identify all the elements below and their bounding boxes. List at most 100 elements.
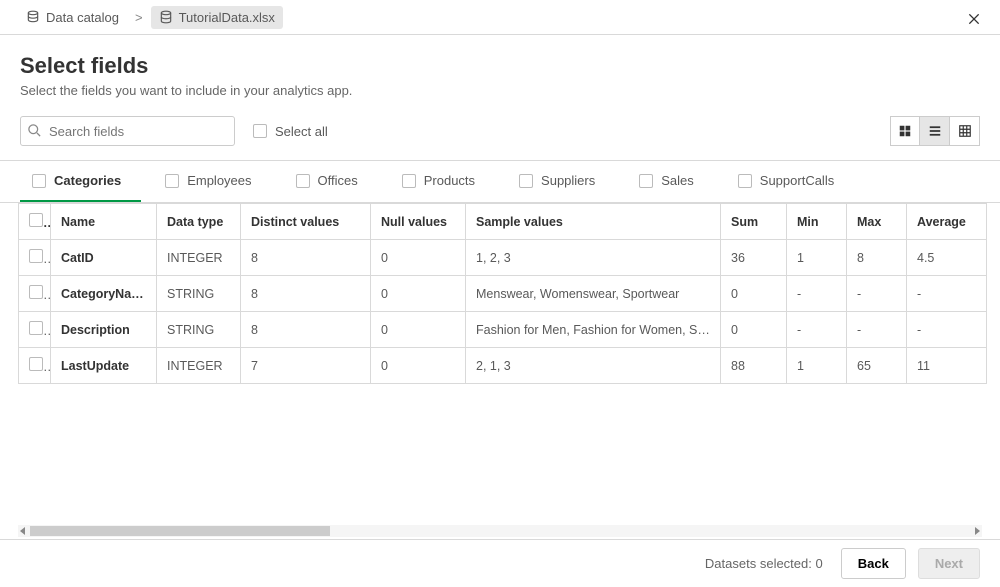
tab-products[interactable]: Products — [390, 161, 495, 202]
page-subtitle: Select the fields you want to include in… — [20, 83, 980, 98]
datasets-status-count: 0 — [816, 556, 823, 571]
tab-checkbox[interactable] — [165, 174, 179, 188]
tab-employees[interactable]: Employees — [153, 161, 271, 202]
tab-sales[interactable]: Sales — [627, 161, 714, 202]
breadcrumb: Data catalog > TutorialData.xlsx — [0, 0, 1000, 35]
view-list-button[interactable] — [920, 116, 950, 146]
tab-label: Employees — [187, 173, 251, 188]
breadcrumb-current[interactable]: TutorialData.xlsx — [151, 6, 283, 29]
tab-label: Categories — [54, 173, 121, 188]
cell-name: CatID — [51, 240, 157, 276]
breadcrumb-current-label: TutorialData.xlsx — [179, 10, 275, 25]
col-nulls[interactable]: Null values — [371, 204, 466, 240]
next-button[interactable]: Next — [918, 548, 980, 579]
cell-sample: Menswear, Womenswear, Sportwear — [466, 276, 721, 312]
fields-table: Name Data type Distinct values Null valu… — [18, 203, 987, 384]
cell-min: 1 — [787, 348, 847, 384]
tab-suppliers[interactable]: Suppliers — [507, 161, 615, 202]
tab-label: SupportCalls — [760, 173, 834, 188]
cell-sum: 0 — [721, 312, 787, 348]
datasets-status: Datasets selected: 0 — [705, 556, 823, 571]
horizontal-scrollbar[interactable] — [18, 525, 982, 537]
col-sum[interactable]: Sum — [721, 204, 787, 240]
cell-sample: 1, 2, 3 — [466, 240, 721, 276]
cell-nulls: 0 — [371, 348, 466, 384]
col-min[interactable]: Min — [787, 204, 847, 240]
col-name[interactable]: Name — [51, 204, 157, 240]
breadcrumb-root-label: Data catalog — [46, 10, 119, 25]
view-grid-button[interactable] — [890, 116, 920, 146]
row-checkbox[interactable] — [29, 285, 43, 299]
close-button[interactable] — [962, 7, 986, 31]
tab-checkbox[interactable] — [296, 174, 310, 188]
cell-sample: Fashion for Men, Fashion for Women, Spor… — [466, 312, 721, 348]
table-row[interactable]: CategoryName STRING 8 0 Menswear, Womens… — [19, 276, 987, 312]
row-checkbox[interactable] — [29, 357, 43, 371]
cell-type: INTEGER — [157, 240, 241, 276]
select-all-checkbox[interactable] — [253, 124, 267, 138]
cell-avg: 4.5 — [907, 240, 987, 276]
tab-label: Suppliers — [541, 173, 595, 188]
table-row[interactable]: LastUpdate INTEGER 7 0 2, 1, 3 88 1 65 1… — [19, 348, 987, 384]
tab-label: Products — [424, 173, 475, 188]
cell-distinct: 8 — [241, 312, 371, 348]
tab-categories[interactable]: Categories — [20, 161, 141, 202]
cell-min: - — [787, 312, 847, 348]
breadcrumb-root[interactable]: Data catalog — [18, 6, 127, 29]
row-checkbox[interactable] — [29, 249, 43, 263]
footer: Datasets selected: 0 Back Next — [0, 539, 1000, 587]
table-header-row: Name Data type Distinct values Null valu… — [19, 204, 987, 240]
scroll-thumb[interactable] — [30, 526, 330, 536]
cell-avg: - — [907, 276, 987, 312]
header-checkbox[interactable] — [29, 213, 43, 227]
tab-supportcalls[interactable]: SupportCalls — [726, 161, 854, 202]
cell-avg: - — [907, 312, 987, 348]
cell-distinct: 8 — [241, 276, 371, 312]
cell-max: 65 — [847, 348, 907, 384]
breadcrumb-separator: > — [135, 10, 143, 25]
tabs: Categories Employees Offices Products Su… — [0, 161, 1000, 202]
datasets-status-label: Datasets selected: — [705, 556, 812, 571]
row-checkbox[interactable] — [29, 321, 43, 335]
search-input[interactable] — [20, 116, 235, 146]
back-button[interactable]: Back — [841, 548, 906, 579]
tab-checkbox[interactable] — [519, 174, 533, 188]
database-icon — [159, 10, 173, 24]
cell-max: - — [847, 312, 907, 348]
scroll-right-icon — [975, 527, 980, 535]
cell-type: INTEGER — [157, 348, 241, 384]
col-data-type[interactable]: Data type — [157, 204, 241, 240]
tab-offices[interactable]: Offices — [284, 161, 378, 202]
table-row[interactable]: Description STRING 8 0 Fashion for Men, … — [19, 312, 987, 348]
cell-name: LastUpdate — [51, 348, 157, 384]
col-distinct[interactable]: Distinct values — [241, 204, 371, 240]
cell-min: - — [787, 276, 847, 312]
scroll-left-icon — [20, 527, 25, 535]
cell-type: STRING — [157, 276, 241, 312]
cell-nulls: 0 — [371, 276, 466, 312]
cell-max: 8 — [847, 240, 907, 276]
tab-checkbox[interactable] — [639, 174, 653, 188]
view-toggle — [890, 116, 980, 146]
cell-name: Description — [51, 312, 157, 348]
cell-sum: 0 — [721, 276, 787, 312]
view-table-button[interactable] — [950, 116, 980, 146]
tab-checkbox[interactable] — [738, 174, 752, 188]
tab-checkbox[interactable] — [32, 174, 46, 188]
cell-sum: 36 — [721, 240, 787, 276]
table-row[interactable]: CatID INTEGER 8 0 1, 2, 3 36 1 8 4.5 — [19, 240, 987, 276]
tab-checkbox[interactable] — [402, 174, 416, 188]
col-avg[interactable]: Average — [907, 204, 987, 240]
cell-max: - — [847, 276, 907, 312]
select-all-label: Select all — [275, 124, 328, 139]
col-sample[interactable]: Sample values — [466, 204, 721, 240]
tab-label: Sales — [661, 173, 694, 188]
col-max[interactable]: Max — [847, 204, 907, 240]
cell-name: CategoryName — [51, 276, 157, 312]
cell-distinct: 7 — [241, 348, 371, 384]
cell-sum: 88 — [721, 348, 787, 384]
search-icon — [27, 123, 42, 138]
cell-sample: 2, 1, 3 — [466, 348, 721, 384]
cell-type: STRING — [157, 312, 241, 348]
cell-nulls: 0 — [371, 240, 466, 276]
